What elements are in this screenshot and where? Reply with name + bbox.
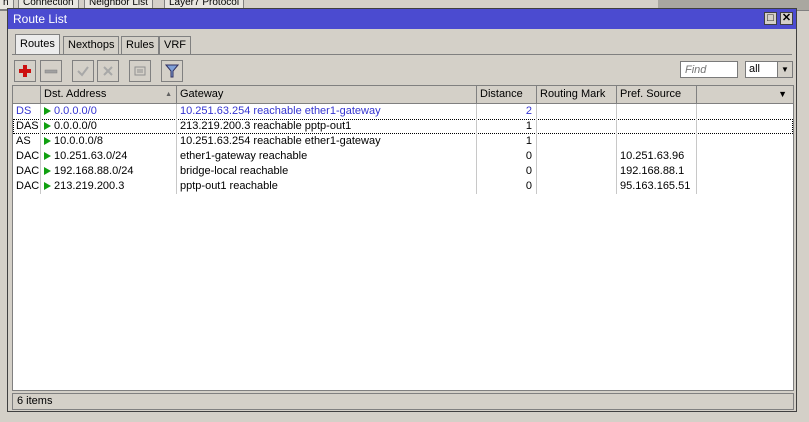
cell-pref-source: 10.251.63.96 <box>617 149 697 164</box>
column-header-flags[interactable] <box>13 86 41 103</box>
active-route-flag-icon <box>44 122 51 130</box>
cell-routing-mark <box>537 134 617 149</box>
window-titlebar[interactable]: Route List □ ✕ <box>8 9 796 29</box>
active-route-flag-icon <box>44 152 51 160</box>
table-header: Dst. Address ▲ Gateway Distance Routing … <box>13 86 793 104</box>
table-row[interactable]: DAC 10.251.63.0/24 ether1-gateway reacha… <box>13 149 793 164</box>
find-input[interactable] <box>680 61 738 78</box>
filter-select-value: all <box>749 63 761 75</box>
close-button[interactable]: ✕ <box>780 12 793 25</box>
cell-distance: 1 <box>477 119 537 134</box>
cell-dst-address: 10.251.63.0/24 <box>41 149 177 164</box>
table-row[interactable]: DAC 192.168.88.0/24 bridge-local reachab… <box>13 164 793 179</box>
column-header-routing-mark[interactable]: Routing Mark <box>537 86 617 103</box>
remove-icon <box>44 69 58 74</box>
remove-button[interactable] <box>40 60 62 82</box>
cell-gateway: ether1-gateway reachable <box>177 149 477 164</box>
column-header-dst-address[interactable]: Dst. Address ▲ <box>41 86 177 103</box>
cell-pref-source <box>617 104 697 119</box>
active-route-flag-icon <box>44 167 51 175</box>
cell-dst-address: 192.168.88.0/24 <box>41 164 177 179</box>
tab-nexthops[interactable]: Nexthops <box>63 36 120 54</box>
check-icon <box>77 66 89 77</box>
filter-select[interactable]: all ▼ <box>745 61 793 78</box>
column-header-pref-source[interactable]: Pref. Source <box>617 86 697 103</box>
comment-button[interactable] <box>129 60 151 82</box>
add-icon <box>19 65 31 77</box>
cell-distance: 0 <box>477 149 537 164</box>
cell-routing-mark <box>537 164 617 179</box>
cell-flags: DAC <box>13 179 41 194</box>
column-header-distance[interactable]: Distance <box>477 86 537 103</box>
cell-distance: 0 <box>477 179 537 194</box>
cell-gateway: pptp-out1 reachable <box>177 179 477 194</box>
table-row[interactable]: DAS 0.0.0.0/0 213.219.200.3 reachable pp… <box>13 119 793 134</box>
sort-ascending-icon: ▲ <box>165 91 172 98</box>
column-header-label: Dst. Address <box>44 88 107 100</box>
column-menu-icon[interactable]: ▼ <box>778 86 787 103</box>
cell-distance: 1 <box>477 134 537 149</box>
cell-pref-source <box>617 134 697 149</box>
column-header-gateway[interactable]: Gateway <box>177 86 477 103</box>
tab-divider <box>12 54 792 55</box>
cell-pref-source: 192.168.88.1 <box>617 164 697 179</box>
cell-pref-source: 95.163.165.51 <box>617 179 697 194</box>
active-route-flag-icon <box>44 137 51 145</box>
cell-dst-text: 213.219.200.3 <box>54 180 125 192</box>
cell-dst-address: 10.0.0.0/8 <box>41 134 177 149</box>
cell-distance: 0 <box>477 164 537 179</box>
cell-gateway: 213.219.200.3 reachable pptp-out1 <box>177 119 477 134</box>
routes-table: Dst. Address ▲ Gateway Distance Routing … <box>12 85 794 391</box>
cell-routing-mark <box>537 104 617 119</box>
cell-dst-address: 213.219.200.3 <box>41 179 177 194</box>
tab-routes[interactable]: Routes <box>15 34 60 55</box>
cell-distance: 2 <box>477 104 537 119</box>
status-bar: 6 items <box>12 393 794 410</box>
cell-flags: DS <box>13 104 41 119</box>
table-row[interactable]: DAC 213.219.200.3 pptp-out1 reachable 0 … <box>13 179 793 194</box>
cell-flags: DAC <box>13 164 41 179</box>
add-button[interactable] <box>14 60 36 82</box>
table-row[interactable]: DS 0.0.0.0/0 10.251.63.254 reachable eth… <box>13 104 793 119</box>
cell-routing-mark <box>537 149 617 164</box>
cross-icon <box>103 66 113 76</box>
cell-gateway: 10.251.63.254 reachable ether1-gateway <box>177 104 477 119</box>
window-title: Route List <box>13 12 68 26</box>
active-route-flag-icon <box>44 182 51 190</box>
route-list-window: Route List □ ✕ Routes Nexthops Rules VRF <box>7 8 797 412</box>
disable-button[interactable] <box>97 60 119 82</box>
cell-gateway: bridge-local reachable <box>177 164 477 179</box>
cell-dst-text: 0.0.0.0/0 <box>54 120 97 132</box>
cell-dst-text: 10.0.0.0/8 <box>54 135 103 147</box>
items-count: 6 items <box>17 395 53 407</box>
filter-icon <box>165 64 179 78</box>
toolbar: all ▼ <box>12 58 793 84</box>
maximize-button[interactable]: □ <box>764 12 777 25</box>
tab-rules[interactable]: Rules <box>121 36 160 54</box>
active-route-flag-icon <box>44 107 51 115</box>
enable-button[interactable] <box>72 60 94 82</box>
chevron-down-icon[interactable]: ▼ <box>777 62 792 77</box>
filter-button[interactable] <box>161 60 183 82</box>
cell-dst-text: 0.0.0.0/0 <box>54 105 97 117</box>
cell-flags: AS <box>13 134 41 149</box>
cell-pref-source <box>617 119 697 134</box>
cell-gateway: 10.251.63.254 reachable ether1-gateway <box>177 134 477 149</box>
cell-routing-mark <box>537 119 617 134</box>
cell-flags: DAS <box>13 119 41 134</box>
cell-dst-address: 0.0.0.0/0 <box>41 119 177 134</box>
comment-icon <box>134 66 146 76</box>
column-header-extra[interactable]: ▼ <box>697 86 793 103</box>
cell-dst-text: 10.251.63.0/24 <box>54 150 128 162</box>
tab-vrf[interactable]: VRF <box>159 36 191 54</box>
cell-flags: DAC <box>13 149 41 164</box>
cell-dst-text: 192.168.88.0/24 <box>54 165 134 177</box>
cell-dst-address: 0.0.0.0/0 <box>41 104 177 119</box>
table-row[interactable]: AS 10.0.0.0/8 10.251.63.254 reachable et… <box>13 134 793 149</box>
cell-routing-mark <box>537 179 617 194</box>
